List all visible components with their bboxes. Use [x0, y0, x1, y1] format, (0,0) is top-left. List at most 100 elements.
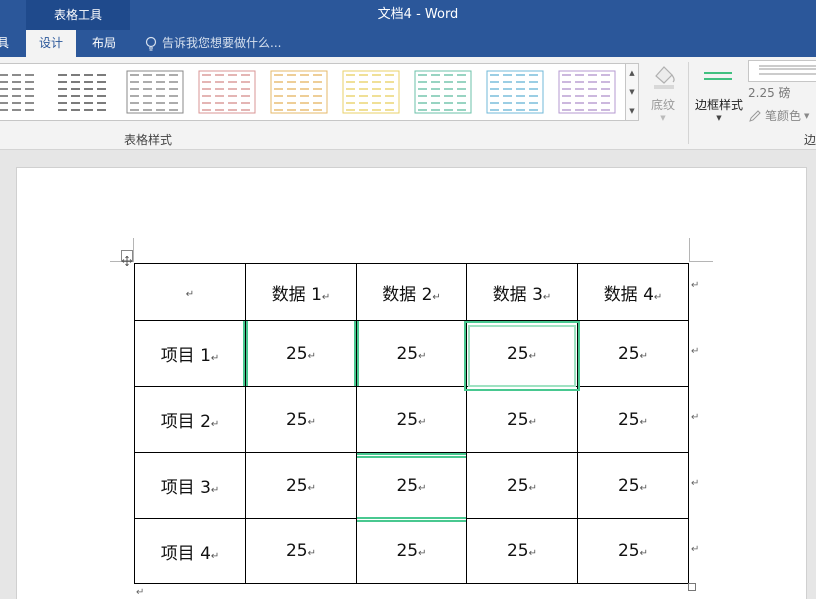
table-cell[interactable]: 项目 4↵ [134, 518, 246, 584]
table-cell[interactable]: 25↵ [577, 518, 689, 584]
table-cell[interactable]: 数据 3↵ [466, 263, 578, 321]
table-move-handle-icon[interactable] [121, 250, 133, 267]
paragraph-mark-icon: ↵ [528, 548, 538, 559]
paragraph-mark-icon: ↵ [210, 485, 220, 496]
table-cell[interactable]: 25↵ [245, 518, 357, 584]
paragraph-mark-icon: ↵ [528, 416, 538, 428]
crop-mark [689, 261, 713, 262]
shading-label: 底纹 [650, 98, 675, 112]
gallery-expand-icon[interactable]: ▼ [626, 102, 638, 120]
table-row: 项目 4↵ 25↵ 25↵ 25↵ 25↵ [134, 518, 689, 584]
table-cell[interactable]: 25↵ [577, 452, 689, 519]
chevron-down-icon: ▼ [660, 114, 666, 122]
paragraph-mark-icon: ↵ [418, 350, 427, 362]
table-cell[interactable]: 25↵ [245, 452, 357, 519]
table-style-thumbnail[interactable] [342, 70, 400, 114]
paragraph-mark-icon: ↵ [418, 548, 427, 559]
group-label-borders: 边 [804, 133, 816, 147]
table-style-thumbnail[interactable] [54, 70, 112, 114]
tab-layout[interactable]: 布局 [82, 30, 126, 57]
gallery-scrollbar[interactable]: ▲ ▼ ▼ [625, 63, 639, 121]
table-cell[interactable]: 25↵ [466, 386, 578, 453]
group-label-table-styles: 表格样式 [123, 133, 172, 147]
paragraph-mark-icon: ↵ [136, 587, 145, 598]
gallery-scroll-down-icon[interactable]: ▼ [626, 83, 638, 101]
table-cell[interactable]: 25↵ [577, 386, 689, 453]
line-weight-value: 2.25 磅 [748, 86, 791, 100]
applied-border-left-cell-c1 [354, 321, 359, 386]
table-style-thumbnail[interactable] [414, 70, 472, 114]
border-styles-button[interactable]: 边框样式 ▼ [692, 62, 746, 126]
table-cell[interactable]: 项目 1↵ [134, 320, 246, 387]
paragraph-mark-icon: ↵ [307, 548, 317, 559]
shading-button[interactable]: 底纹 ▼ [643, 62, 683, 124]
lightbulb-icon [145, 36, 157, 51]
table-cell[interactable]: 25↵ [466, 452, 578, 519]
window-title: 文档4 - Word [377, 7, 459, 22]
paragraph-mark-icon: ↵ [639, 482, 649, 494]
line-style-preview-icon [759, 65, 816, 75]
table-cell[interactable]: 项目 3↵ [134, 452, 246, 519]
table-style-thumbnail[interactable] [558, 70, 616, 114]
chevron-down-icon: ▼ [804, 112, 810, 120]
tab-partial[interactable]: 具 [0, 30, 12, 57]
table-row: ↵ 数据 1↵ 数据 2↵ 数据 3↵ 数据 4↵ [134, 263, 689, 321]
paragraph-mark-icon: ↵ [639, 416, 649, 428]
table-row: 项目 1↵ 25↵ 25↵ 25↵ 25↵ [134, 320, 689, 387]
group-separator [688, 62, 689, 144]
table-cell[interactable]: 25↵ [356, 320, 467, 387]
end-of-row-mark-icon: ↵ [691, 478, 700, 489]
table-style-thumbnail[interactable] [0, 70, 40, 114]
table-style-thumbnail[interactable] [198, 70, 256, 114]
end-of-row-mark-icon: ↵ [691, 412, 700, 423]
pen-color-label: 笔颜色 [765, 109, 802, 123]
tell-me-box[interactable]: 告诉我您想要做什么... [144, 30, 281, 57]
line-weight-dropdown[interactable]: 2.25 磅 [748, 84, 816, 102]
table-cell[interactable]: ↵ [134, 263, 246, 321]
applied-border-box-cell-d1 [464, 321, 580, 391]
pen-color-button[interactable]: 笔颜色 ▼ [748, 107, 816, 125]
gallery-scroll-up-icon[interactable]: ▲ [626, 64, 638, 82]
end-of-row-mark-icon: ↵ [691, 346, 700, 357]
paint-bucket-icon [654, 66, 675, 89]
table-cell[interactable]: 数据 2↵ [356, 263, 467, 321]
tell-me-placeholder: 告诉我您想要做什么... [162, 36, 282, 50]
table-style-thumbnail[interactable] [270, 70, 328, 114]
data-table: ↵ 数据 1↵ 数据 2↵ 数据 3↵ 数据 4↵ 项目 1↵ 25↵ 25↵ … [134, 263, 689, 584]
paragraph-mark-icon: ↵ [639, 350, 649, 362]
paragraph-mark-icon: ↵ [542, 291, 552, 303]
line-style-dropdown[interactable] [748, 60, 816, 82]
table-row: 项目 3↵ 25↵ 25↵ 25↵ 25↵ [134, 452, 689, 519]
paragraph-mark-icon: ↵ [185, 289, 195, 300]
paragraph-mark-icon: ↵ [639, 548, 649, 559]
table-cell[interactable]: 25↵ [356, 518, 467, 584]
applied-border-bottom-cell-c3 [357, 517, 466, 522]
paragraph-mark-icon: ↵ [210, 550, 220, 562]
paragraph-mark-icon: ↵ [653, 291, 663, 303]
table-cell[interactable]: 25↵ [356, 386, 467, 453]
paragraph-mark-icon: ↵ [418, 482, 427, 494]
crop-mark [689, 238, 690, 262]
tab-design[interactable]: 设计 [26, 30, 76, 57]
table-style-thumbnail[interactable] [486, 70, 544, 114]
table-resize-handle[interactable] [688, 583, 696, 591]
table-cell[interactable]: 25↵ [577, 320, 689, 387]
table-cell[interactable]: 25↵ [245, 320, 357, 387]
paragraph-mark-icon: ↵ [528, 482, 538, 494]
applied-border-top-cell-c3 [357, 453, 466, 458]
table-cell[interactable]: 数据 1↵ [245, 263, 357, 321]
double-line-icon [704, 72, 732, 80]
table-cell[interactable]: 25↵ [245, 386, 357, 453]
paragraph-mark-icon: ↵ [307, 350, 317, 362]
table-style-thumbnail[interactable] [126, 70, 184, 114]
table-cell[interactable]: 25↵ [356, 452, 467, 519]
chevron-down-icon: ▼ [716, 114, 722, 122]
table-cell[interactable]: 数据 4↵ [577, 263, 689, 321]
pen-icon [749, 110, 761, 122]
paragraph-mark-icon: ↵ [307, 416, 317, 428]
table-cell[interactable]: 项目 2↵ [134, 386, 246, 453]
paragraph-mark-icon: ↵ [210, 353, 220, 364]
end-of-row-mark-icon: ↵ [691, 544, 700, 555]
border-styles-label: 边框样式 [694, 98, 743, 112]
table-cell[interactable]: 25↵ [466, 518, 578, 584]
